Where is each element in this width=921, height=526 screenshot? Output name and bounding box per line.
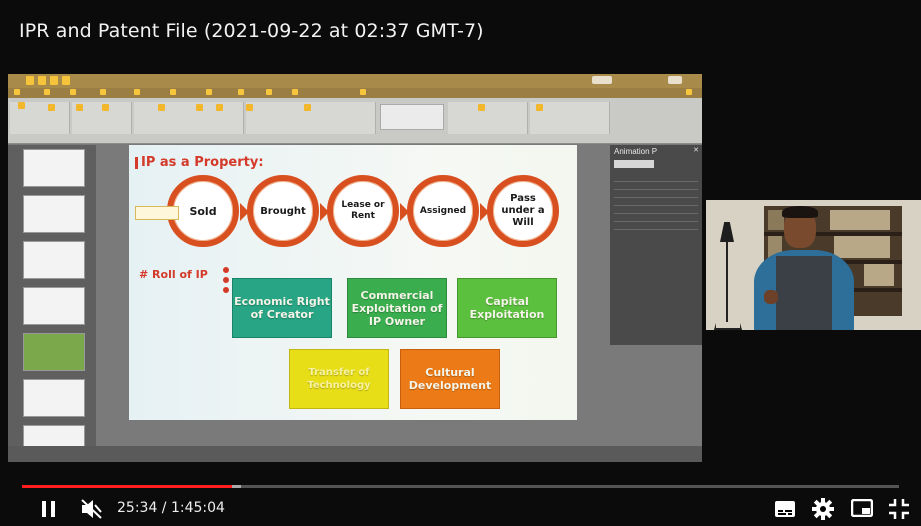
chain-step-pass-under-will: Pass under a Will [487,175,559,247]
quick-access-icon [50,76,58,85]
ribbon-icon [196,104,203,111]
ribbon-group [134,102,244,134]
ppt-ribbon [8,98,702,144]
slide-heading: IP as a Property: [135,155,264,170]
ppt-tab [204,89,212,95]
ribbon-icon [246,104,253,111]
animation-row [614,191,698,198]
slide-thumbnail [23,241,85,279]
gear-icon[interactable] [812,498,834,520]
window-button [668,76,682,84]
role-box-economic-right: Economic Right of Creator [232,278,332,338]
progress-bar[interactable] [22,485,899,488]
ribbon-icon [158,104,165,111]
animation-row [614,215,698,222]
ppt-tab [358,89,366,95]
lamp [720,222,734,242]
exit-fullscreen-icon[interactable] [888,498,910,520]
ribbon-icon [48,104,55,111]
slide-thumbnail [23,195,85,233]
ribbon-group [448,102,528,134]
chain-step-lease: Lease or Rent [327,175,399,247]
ppt-tab [168,89,176,95]
play-from-button [614,160,654,168]
ppt-ribbon-tabs [8,88,702,98]
animation-row [614,207,698,214]
quick-styles-gallery [380,104,444,130]
webcam-feed [706,200,921,330]
ribbon-icon [102,104,109,111]
ppt-tab [42,89,50,95]
ribbon-group [246,102,376,134]
quick-access-icon [62,76,70,85]
ppt-tab [12,89,20,95]
volume-muted-icon[interactable] [80,498,104,520]
slide-thumbnail [23,287,85,325]
ppt-tab [132,89,140,95]
ppt-titlebar [8,74,702,88]
ppt-tab [290,89,298,95]
ribbon-icon [304,104,311,111]
ppt-tab [236,89,244,95]
ribbon-icon [478,104,485,111]
role-box-commercial-exploitation: Commercial Exploitation of IP Owner [347,278,447,338]
animation-row [614,199,698,206]
progress-fill [22,485,233,488]
ribbon-icon [76,104,83,111]
ppt-tab [68,89,76,95]
annotation-callout [135,206,179,220]
animation-pane: Animation P ✕ [610,145,702,345]
paste-icon [18,102,25,109]
ppt-status-bar [8,446,702,462]
slide-thumbnail [23,379,85,417]
animation-pane-title: Animation P [614,147,658,156]
ribbon-icon [536,104,543,111]
time-display: 25:34 / 1:45:04 [117,500,225,516]
close-icon: ✕ [693,147,699,154]
slide-thumbnail [23,333,85,371]
pause-icon[interactable] [40,499,58,519]
ip-property-chain: Sold Brought Lease or Rent Assigned Pass… [167,175,567,255]
video-title: IPR and Patent File (2021-09-22 at 02:37… [19,20,484,42]
quick-access-icon [26,76,34,85]
video-frame[interactable]: IPR and Patent File (2021-09-22 at 02:37… [0,0,921,526]
captions-icon[interactable] [774,500,796,518]
roll-of-ip-heading: # Roll of IP [139,268,208,281]
miniplayer-icon[interactable] [851,499,873,517]
quick-access-icon [38,76,46,85]
role-box-transfer-of-technology: Transfer of Technology [289,349,389,409]
animation-row [614,175,698,182]
window-button [592,76,612,84]
slide-thumbnails-panel [8,145,96,455]
animation-row [614,183,698,190]
ppt-tab [264,89,272,95]
animation-row [614,223,698,230]
ribbon-icon [216,104,223,111]
ppt-tab [684,89,692,95]
slide-thumbnail [23,149,85,187]
ppt-tab [98,89,106,95]
role-box-cultural-development: Cultural Development [400,349,500,409]
pin-icon [223,267,229,293]
role-box-capital-exploitation: Capital Exploitation [457,278,557,338]
chain-step-brought: Brought [247,175,319,247]
chain-step-assigned: Assigned [407,175,479,247]
main-slide: IP as a Property: Sold Brought Lease or … [129,145,577,420]
